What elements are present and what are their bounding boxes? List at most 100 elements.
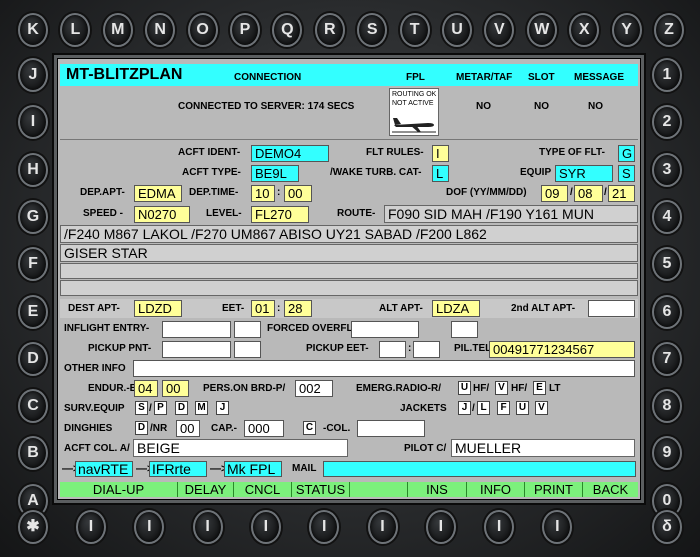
softkey-button-6[interactable]: I xyxy=(367,510,398,544)
flt-rules-field[interactable]: I xyxy=(432,145,449,162)
speed-field[interactable]: N0270 xyxy=(134,206,190,223)
route-line-2[interactable]: /F240 M867 LAKOL /F270 UM867 ABISO UY21 … xyxy=(60,225,638,243)
surv-j-checkbox[interactable]: J xyxy=(216,401,229,415)
dep-time-mm[interactable]: 00 xyxy=(284,185,312,202)
equip-field[interactable]: SYR xyxy=(555,165,613,182)
pickup-pnt-time[interactable] xyxy=(234,341,261,358)
key-delta[interactable]: δ xyxy=(652,510,682,544)
key-i[interactable]: I xyxy=(18,105,48,140)
dial-up-softkey[interactable]: DIAL-UP xyxy=(60,482,178,497)
equip-suffix-field[interactable]: S xyxy=(618,165,635,182)
jackets-j-checkbox[interactable]: J xyxy=(458,401,471,415)
fpl-tab[interactable]: FPL xyxy=(406,71,425,85)
key-g[interactable]: G xyxy=(18,199,48,234)
surv-d-checkbox[interactable]: D xyxy=(175,401,188,415)
cncl-softkey[interactable]: CNCL xyxy=(234,482,292,497)
jackets-v-checkbox[interactable]: V xyxy=(535,401,548,415)
acft-col-field[interactable]: BEIGE xyxy=(133,439,348,457)
dof-mm[interactable]: 08 xyxy=(574,185,603,202)
key-9[interactable]: 9 xyxy=(652,436,682,471)
type-of-flt-field[interactable]: G xyxy=(618,145,635,162)
forced-overfly-time[interactable] xyxy=(451,321,478,338)
navrte-button[interactable]: navRTE xyxy=(75,461,133,477)
mkfpl-button[interactable]: Mk FPL xyxy=(224,461,282,477)
metar-tab[interactable]: METAR/TAF xyxy=(456,71,512,85)
softkey-button-2[interactable]: I xyxy=(134,510,165,544)
jackets-l-checkbox[interactable]: L xyxy=(477,401,490,415)
slot-tab[interactable]: SLOT xyxy=(528,71,555,85)
alt2-apt-field[interactable] xyxy=(588,300,635,317)
key-u[interactable]: U xyxy=(442,13,472,47)
emerg-u-checkbox[interactable]: U xyxy=(458,381,471,395)
key-h[interactable]: H xyxy=(18,152,48,187)
key-s[interactable]: S xyxy=(357,13,388,47)
key-d[interactable]: D xyxy=(18,341,48,376)
key-8[interactable]: 8 xyxy=(652,389,682,424)
key-4[interactable]: 4 xyxy=(652,199,682,234)
status-softkey[interactable]: STATUS xyxy=(292,482,350,497)
key-6[interactable]: 6 xyxy=(652,294,682,329)
print-softkey[interactable]: PRINT xyxy=(525,482,583,497)
softkey-button-7[interactable]: I xyxy=(425,510,456,544)
key-t[interactable]: T xyxy=(399,13,430,47)
key-2[interactable]: 2 xyxy=(652,105,682,140)
emerg-v-checkbox[interactable]: V xyxy=(495,381,508,395)
pickup-pnt-field[interactable] xyxy=(162,341,231,358)
key-o[interactable]: O xyxy=(187,13,218,47)
surv-m-checkbox[interactable]: M xyxy=(195,401,208,415)
key-7[interactable]: 7 xyxy=(652,341,682,376)
forced-overfly-field[interactable] xyxy=(351,321,419,338)
key-z[interactable]: Z xyxy=(654,13,684,47)
key-r[interactable]: R xyxy=(314,13,345,47)
emerg-e-checkbox[interactable]: E xyxy=(533,381,546,395)
mail-field[interactable] xyxy=(323,461,636,477)
inflight-entry-time[interactable] xyxy=(234,321,261,338)
surv-s-checkbox[interactable]: S xyxy=(135,401,148,415)
cover-c-checkbox[interactable]: C xyxy=(303,421,316,435)
dest-apt-field[interactable]: LDZD xyxy=(134,300,182,317)
dinghies-colour-field[interactable] xyxy=(357,420,425,437)
key-w[interactable]: W xyxy=(526,13,557,47)
softkey-button-8[interactable]: I xyxy=(484,510,515,544)
dof-dd[interactable]: 21 xyxy=(608,185,635,202)
key-y[interactable]: Y xyxy=(611,13,642,47)
wake-field[interactable]: L xyxy=(432,165,449,182)
softkey-button-1[interactable]: I xyxy=(76,510,106,544)
key-f[interactable]: F xyxy=(18,247,48,282)
softkey-button-3[interactable]: I xyxy=(192,510,223,544)
key-l[interactable]: L xyxy=(60,13,91,47)
pilot-field[interactable]: MUELLER xyxy=(451,439,635,457)
dof-yy[interactable]: 09 xyxy=(541,185,568,202)
pickup-eet-mm[interactable] xyxy=(413,341,440,358)
blank-softkey[interactable] xyxy=(350,482,408,497)
dinghies-nr-field[interactable]: 00 xyxy=(176,420,200,437)
key-e[interactable]: E xyxy=(18,294,48,329)
endur-hh[interactable]: 04 xyxy=(134,380,158,397)
pers-field[interactable]: 002 xyxy=(295,380,333,397)
key-1[interactable]: 1 xyxy=(652,58,682,92)
delay-softkey[interactable]: DELAY xyxy=(178,482,234,497)
route-line-1[interactable]: F090 SID MAH /F190 Y161 MUN xyxy=(384,205,638,223)
dinghies-d-checkbox[interactable]: D xyxy=(135,421,148,435)
softkey-button-9[interactable]: I xyxy=(542,510,573,544)
message-tab[interactable]: MESSAGE xyxy=(574,71,624,85)
surv-p-checkbox[interactable]: P xyxy=(154,401,167,415)
key-m[interactable]: M xyxy=(102,13,133,47)
jackets-f-checkbox[interactable]: F xyxy=(497,401,510,415)
route-line-3[interactable]: GISER STAR xyxy=(60,244,638,262)
eet-mm[interactable]: 28 xyxy=(284,300,312,317)
dep-time-hh[interactable]: 10 xyxy=(251,185,275,202)
softkey-button-4[interactable]: I xyxy=(250,510,281,544)
ins-softkey[interactable]: INS xyxy=(408,482,467,497)
key-asterisk[interactable]: ✱ xyxy=(18,510,48,544)
alt-apt-field[interactable]: LDZA xyxy=(432,300,480,317)
ifrrte-button[interactable]: IFRrte xyxy=(149,461,207,477)
key-q[interactable]: Q xyxy=(272,13,303,47)
endur-mm[interactable]: 00 xyxy=(162,380,189,397)
back-softkey[interactable]: BACK xyxy=(583,482,638,497)
key-3[interactable]: 3 xyxy=(652,152,682,187)
key-k[interactable]: K xyxy=(18,13,48,47)
route-line-4[interactable] xyxy=(60,263,638,279)
key-j[interactable]: J xyxy=(18,58,48,92)
key-c[interactable]: C xyxy=(18,389,48,424)
